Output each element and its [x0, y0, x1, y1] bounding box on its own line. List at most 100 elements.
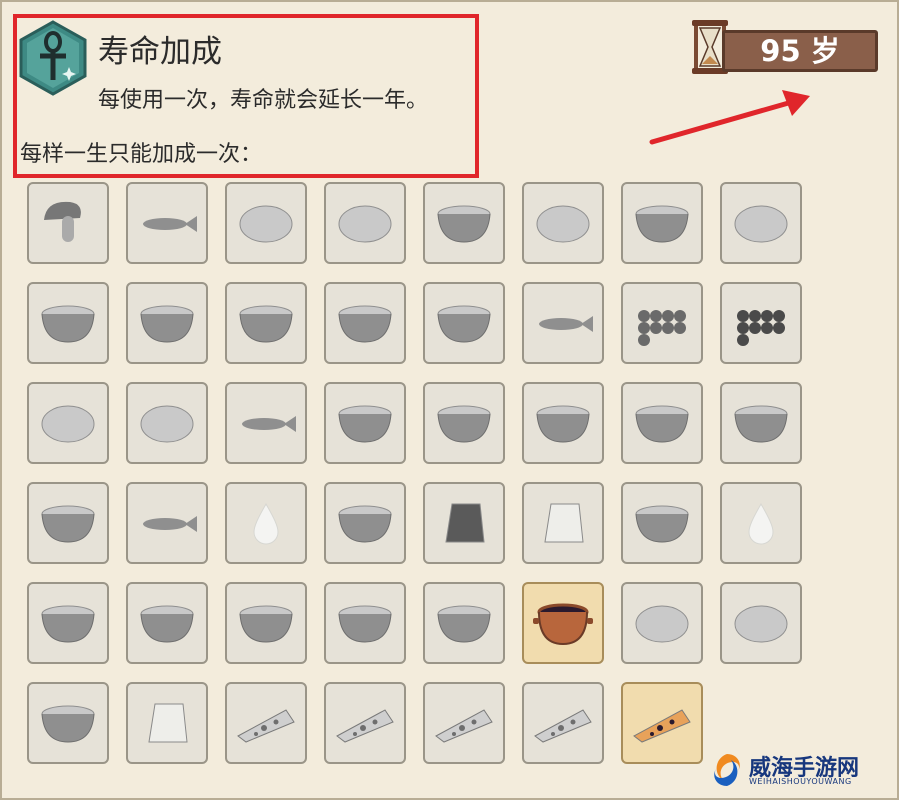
pizza-slice-baked-icon [633, 709, 691, 743]
egg-icon [239, 205, 293, 243]
fish-icon [539, 316, 593, 332]
watermark: 威海手游网 WEIHAISHOUYOUWANG [709, 748, 889, 792]
pizza-slice-icon [237, 709, 295, 743]
limit-note: 每样一生只能加成一次： [20, 142, 263, 167]
half-fruit-icon [41, 605, 95, 643]
food-slot-fish[interactable] [522, 282, 604, 364]
food-slot-bowl-soup[interactable] [324, 282, 406, 364]
food-slot-white-cheese-block[interactable] [522, 482, 604, 564]
food-slot-pizza-slice-3[interactable] [423, 682, 505, 764]
food-slot-deep-bowl-porridge[interactable] [720, 382, 802, 464]
deep-bowl-stew-icon [635, 405, 689, 443]
smoked-meat-icon [140, 405, 194, 443]
food-slot-round-cake[interactable] [621, 182, 703, 264]
dark-cheese-block-icon [445, 503, 485, 543]
food-slot-water-drop-2[interactable] [720, 482, 802, 564]
food-slot-pot-stew[interactable] [423, 382, 505, 464]
age-value: 95 岁 [722, 30, 878, 72]
bowl-stew-icon [140, 305, 194, 343]
bowl-porridge-icon [239, 305, 293, 343]
description-text: 每使用一次，寿命就会延长一年。 [98, 88, 429, 113]
food-slot-bowl-mixed[interactable] [423, 582, 505, 664]
food-slot-deep-bowl-stew[interactable] [621, 382, 703, 464]
food-slot-water-drop[interactable] [225, 482, 307, 564]
bowl-grain-icon [437, 205, 491, 243]
cloth-wrap-icon [734, 605, 788, 643]
pot-soup-icon [536, 405, 590, 443]
food-slot-bread-loaves[interactable] [27, 382, 109, 464]
food-slot-meat-slab[interactable] [324, 182, 406, 264]
pizza-slice-2-icon [336, 709, 394, 743]
food-slot-deep-bowl-beans[interactable] [324, 482, 406, 564]
food-slot-pie-dish[interactable] [27, 282, 109, 364]
food-slot-half-fruit[interactable] [27, 582, 109, 664]
food-slot-clay-pot-wine[interactable] [522, 582, 604, 664]
round-bun-icon [635, 605, 689, 643]
pot-stew-icon [437, 405, 491, 443]
food-slot-dark-cheese-block[interactable] [423, 482, 505, 564]
deep-bowl-beans-icon [338, 505, 392, 543]
food-slot-mushroom[interactable] [27, 182, 109, 264]
cheese-wedge-icon [148, 703, 188, 743]
food-slot-deep-bowl-broth[interactable] [225, 582, 307, 664]
food-slot-round-bun[interactable] [621, 582, 703, 664]
pie-dish-icon [41, 305, 95, 343]
food-slot-cloth-wrap[interactable] [720, 582, 802, 664]
raw-fish-icon [242, 416, 296, 432]
food-slot-raw-fish[interactable] [225, 382, 307, 464]
bead-pile-icon [737, 310, 785, 346]
pot-beans-icon [338, 405, 392, 443]
food-slot-cheese-wedge[interactable] [126, 682, 208, 764]
food-slot-deep-bowl-grain[interactable] [27, 482, 109, 564]
meat-slab-icon [338, 205, 392, 243]
food-slot-cracked-bowl[interactable] [126, 582, 208, 664]
food-slot-bowl-grain[interactable] [423, 182, 505, 264]
ankh-icon [19, 20, 87, 96]
food-slot-pot-beans[interactable] [324, 382, 406, 464]
cake-wheel-icon [338, 605, 392, 643]
food-slot-bowl-stew[interactable] [126, 282, 208, 364]
water-drop-icon [253, 502, 279, 545]
food-slot-bowl-milk[interactable] [621, 482, 703, 564]
food-slot-lizard[interactable] [126, 482, 208, 564]
food-slot-skinned-animal[interactable] [126, 182, 208, 264]
food-slot-bead-pile[interactable] [720, 282, 802, 364]
berry-pile-icon [638, 310, 686, 346]
plucked-bird-icon [734, 205, 788, 243]
deep-bowl-porridge-icon [734, 405, 788, 443]
bowl-milk-icon [635, 505, 689, 543]
red-arrow-annotation [649, 90, 810, 145]
food-slot-pizza-slice-2[interactable] [324, 682, 406, 764]
food-slot-egg[interactable] [225, 182, 307, 264]
food-slot-smoked-meat[interactable] [126, 382, 208, 464]
round-cake-icon [635, 205, 689, 243]
watermark-subtext: WEIHAISHOUYOUWANG [749, 777, 852, 786]
deep-bowl-broth-icon [239, 605, 293, 643]
food-slot-pot-soup[interactable] [522, 382, 604, 464]
mushroom-icon [44, 201, 81, 242]
food-slot-bowl-dark-stew[interactable] [423, 282, 505, 364]
lifespan-panel: 寿命加成 每使用一次，寿命就会延长一年。 每样一生只能加成一次： 95 岁 威海… [0, 0, 899, 800]
food-slot-pizza-slice-baked[interactable] [621, 682, 703, 764]
clay-pot-wine-icon [533, 603, 593, 646]
food-slot-plucked-bird[interactable] [720, 182, 802, 264]
lizard-icon [143, 516, 197, 532]
bowl-mixed-icon [437, 605, 491, 643]
pizza-slice-3-icon [435, 709, 493, 743]
food-slot-pizza-slice[interactable] [225, 682, 307, 764]
age-display: 95 岁 [688, 18, 886, 76]
food-slot-berry-pile[interactable] [621, 282, 703, 364]
food-slot-wide-bowl[interactable] [27, 682, 109, 764]
food-slot-pizza-slice-4[interactable] [522, 682, 604, 764]
food-slot-flat-meat[interactable] [522, 182, 604, 264]
food-slot-bowl-porridge[interactable] [225, 282, 307, 364]
bread-loaves-icon [41, 405, 95, 443]
pizza-slice-4-icon [534, 709, 592, 743]
watermark-logo-icon [714, 754, 740, 786]
skinned-animal-icon [143, 216, 197, 232]
flat-meat-icon [536, 205, 590, 243]
food-slot-cake-wheel[interactable] [324, 582, 406, 664]
wide-bowl-icon [41, 705, 95, 743]
bowl-soup-icon [338, 305, 392, 343]
cracked-bowl-icon [140, 605, 194, 643]
